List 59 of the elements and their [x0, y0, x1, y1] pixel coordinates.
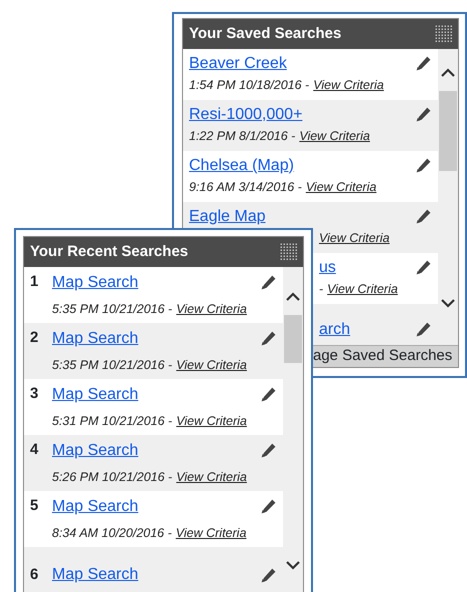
timestamp: 8:34 AM 10/20/2016 - [52, 524, 172, 542]
timestamp: 9:16 AM 3/14/2016 - [189, 178, 302, 196]
item-number: 5 [30, 496, 40, 516]
search-name-link[interactable]: Map Search [52, 566, 138, 584]
pencil-icon[interactable] [260, 386, 277, 404]
search-name-link[interactable]: Chelsea (Map) [189, 156, 294, 175]
view-criteria-link[interactable]: View Criteria [319, 228, 390, 248]
view-criteria-link[interactable]: View Criteria [176, 412, 247, 431]
item-number: 1 [30, 272, 40, 292]
pencil-icon[interactable] [260, 330, 277, 348]
scroll-up-icon[interactable] [286, 292, 300, 302]
scroll-down-icon[interactable] [441, 298, 455, 308]
timestamp: - [319, 280, 324, 298]
search-name-link[interactable]: Resi-1000,000+ [189, 106, 302, 124]
pencil-icon[interactable] [260, 566, 277, 584]
pencil-icon[interactable] [415, 208, 432, 226]
item-number: 6 [30, 564, 40, 585]
search-name-link[interactable]: Eagle Map [189, 208, 266, 226]
search-name-link[interactable]: Map Search [52, 442, 138, 460]
pencil-icon[interactable] [260, 274, 277, 292]
item-number: 3 [30, 384, 40, 404]
search-name-link[interactable]: us [319, 258, 336, 277]
view-criteria-link[interactable]: View Criteria [176, 356, 247, 375]
timestamp: 5:26 PM 10/21/2016 - [52, 468, 172, 486]
view-criteria-link[interactable]: View Criteria [299, 126, 370, 146]
search-name-link[interactable]: Beaver Creek [189, 54, 287, 73]
view-criteria-link[interactable]: View Criteria [176, 524, 246, 543]
item-number: 4 [30, 440, 40, 460]
view-criteria-link[interactable]: View Criteria [327, 280, 398, 298]
pencil-icon[interactable] [415, 157, 432, 174]
grid-icon[interactable] [280, 243, 298, 261]
view-criteria-link[interactable]: View Criteria [313, 76, 384, 94]
pencil-icon[interactable] [415, 259, 432, 276]
pencil-icon[interactable] [260, 442, 277, 460]
item-number: 2 [30, 328, 40, 348]
timestamp: 1:22 PM 8/1/2016 - [189, 128, 296, 145]
search-name-link[interactable]: Map Search [52, 274, 138, 292]
panel-title: Your Recent Searches [30, 242, 188, 262]
search-name-link[interactable]: Map Search [52, 498, 138, 516]
search-name-link[interactable]: Map Search [52, 386, 138, 404]
search-name-link[interactable]: Map Search [52, 330, 138, 348]
pencil-icon[interactable] [260, 498, 277, 516]
view-criteria-link[interactable]: View Criteria [306, 178, 376, 196]
scrollbar-thumb[interactable] [284, 315, 302, 363]
search-name-link[interactable]: arch [319, 320, 350, 338]
panel-title: Your Saved Searches [189, 24, 342, 44]
timestamp: 1:54 PM 10/18/2016 - [189, 76, 310, 94]
timestamp: 5:35 PM 10/21/2016 - [52, 300, 172, 318]
scrollbar-thumb[interactable] [439, 91, 457, 171]
timestamp: 5:35 PM 10/21/2016 - [52, 356, 172, 374]
scroll-down-icon[interactable] [286, 560, 300, 570]
pencil-icon[interactable] [415, 106, 432, 124]
grid-icon[interactable] [435, 25, 453, 43]
scroll-up-icon[interactable] [441, 68, 455, 78]
view-criteria-link[interactable]: View Criteria [176, 468, 247, 487]
view-criteria-link[interactable]: View Criteria [176, 300, 247, 319]
pencil-icon[interactable] [415, 55, 432, 72]
timestamp: 5:31 PM 10/21/2016 - [52, 412, 172, 430]
pencil-icon[interactable] [415, 321, 432, 338]
